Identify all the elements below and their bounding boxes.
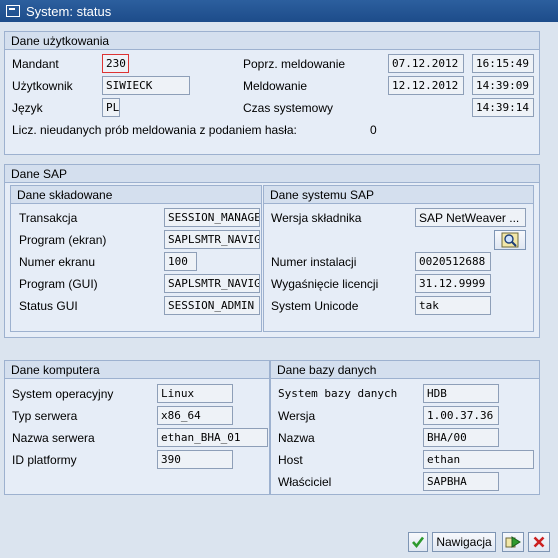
magnifier-icon (501, 232, 519, 248)
program-screen-field[interactable]: SAPLSMTR_NAVIGATION (164, 230, 260, 249)
program-gui-field[interactable]: SAPLSMTR_NAVIGATION (164, 274, 260, 293)
prev-logon-date-field[interactable]: 07.12.2012 (388, 54, 464, 73)
component-details-button[interactable] (494, 230, 526, 250)
client-label: Mandant (12, 57, 59, 71)
db-host-field[interactable]: ethan (423, 450, 534, 469)
cancel-button[interactable] (528, 532, 550, 552)
logon-date-field[interactable]: 12.12.2012 (388, 76, 464, 95)
installation-number-field[interactable]: 0020512688 (415, 252, 491, 271)
db-system-field[interactable]: HDB (423, 384, 499, 403)
title-bar: System: status (0, 0, 558, 22)
component-version-label: Wersja składnika (271, 211, 362, 225)
program-gui-label: Program (GUI) (19, 277, 98, 291)
language-label: Język (12, 101, 43, 115)
unicode-system-field[interactable]: tak (415, 296, 491, 315)
platform-id-field[interactable]: 390 (157, 450, 233, 469)
client-field[interactable]: 230 (102, 54, 129, 73)
close-icon (533, 536, 545, 548)
failed-logons-value: 0 (370, 123, 377, 137)
host-data-title: Dane komputera (5, 361, 269, 379)
server-name-field[interactable]: ethan_BHA_01 (157, 428, 268, 447)
db-data-title: Dane bazy danych (271, 361, 539, 379)
sap-system-data-title: Dane systemu SAP (264, 186, 533, 204)
navigation-button[interactable]: Nawigacja (432, 532, 496, 552)
db-system-label: System bazy danych (278, 387, 398, 400)
transaction-label: Transakcja (19, 211, 78, 225)
db-owner-label: Właściciel (278, 475, 332, 489)
transaction-field[interactable]: SESSION_MANAGER (164, 208, 260, 227)
ok-button[interactable] (408, 532, 428, 552)
license-expiry-label: Wygaśnięcie licencji (271, 277, 379, 291)
logon-label: Meldowanie (243, 79, 308, 93)
prev-logon-label: Poprz. meldowanie (243, 57, 346, 71)
user-data-title: Dane użytkowania (5, 32, 539, 50)
window-icon (6, 5, 20, 17)
db-version-label: Wersja (278, 409, 316, 423)
logon-time-field[interactable]: 14:39:09 (472, 76, 534, 95)
gui-status-field[interactable]: SESSION_ADMIN (164, 296, 260, 315)
db-name-label: Nazwa (278, 431, 315, 445)
repository-data-title: Dane składowane (11, 186, 261, 204)
db-owner-field[interactable]: SAPBHA (423, 472, 499, 491)
server-type-label: Typ serwera (12, 409, 78, 423)
screen-number-field[interactable]: 100 (164, 252, 197, 271)
license-expiry-field[interactable]: 31.12.9999 (415, 274, 491, 293)
program-screen-label: Program (ekran) (19, 233, 107, 247)
check-icon (412, 536, 425, 549)
execute-button[interactable] (502, 532, 524, 552)
platform-id-label: ID platformy (12, 453, 77, 467)
prev-logon-time-field[interactable]: 16:15:49 (472, 54, 534, 73)
installation-number-label: Numer instalacji (271, 255, 357, 269)
language-field[interactable]: PL (102, 98, 120, 117)
unicode-system-label: System Unicode (271, 299, 359, 313)
sap-data-title: Dane SAP (5, 165, 539, 183)
component-version-field[interactable]: SAP NetWeaver ... (415, 208, 526, 227)
user-label: Użytkownik (12, 79, 73, 93)
server-type-field[interactable]: x86_64 (157, 406, 233, 425)
user-field[interactable]: SIWIECK (102, 76, 190, 95)
failed-logons-label: Licz. nieudanych prób meldowania z podan… (12, 123, 297, 137)
execute-icon (505, 536, 521, 548)
db-name-field[interactable]: BHA/00 (423, 428, 499, 447)
server-name-label: Nazwa serwera (12, 431, 95, 445)
screen-number-label: Numer ekranu (19, 255, 96, 269)
os-label: System operacyjny (12, 387, 114, 401)
db-version-field[interactable]: 1.00.37.36 (423, 406, 499, 425)
gui-status-label: Status GUI (19, 299, 78, 313)
system-time-field[interactable]: 14:39:14 (472, 98, 534, 117)
os-field[interactable]: Linux (157, 384, 233, 403)
db-host-label: Host (278, 453, 303, 467)
window-title: System: status (26, 3, 112, 19)
system-time-label: Czas systemowy (243, 101, 334, 115)
